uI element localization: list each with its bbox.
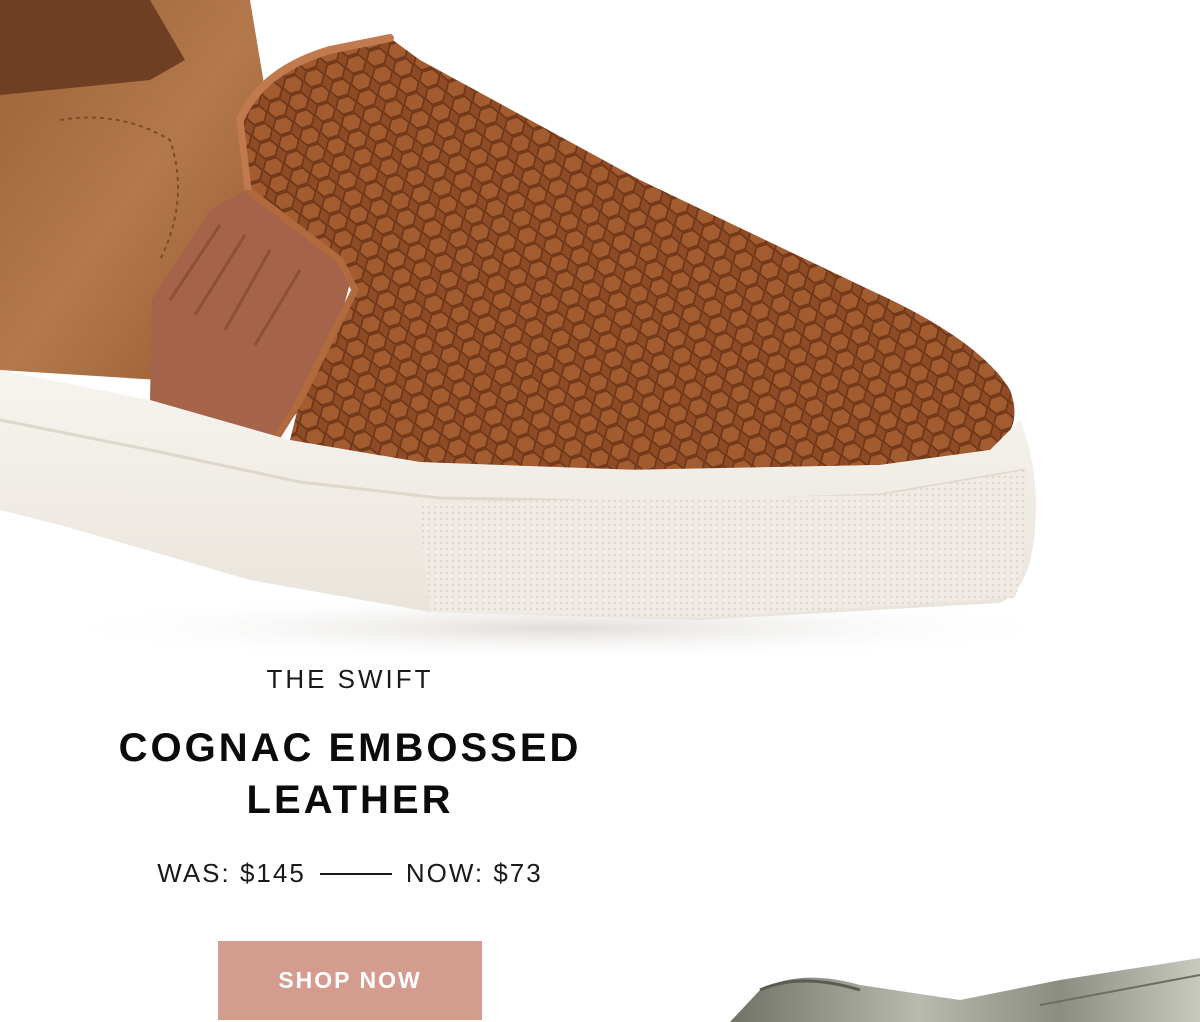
product-title-line-1: COGNAC EMBOSSED — [118, 726, 582, 770]
product-collection-name: THE SWIFT — [266, 664, 434, 694]
product-title-line-2: LEATHER — [246, 778, 454, 822]
price-divider — [319, 872, 392, 875]
shop-now-button[interactable]: SHOP NOW — [218, 941, 482, 1020]
email-promo: THE SWIFT COGNAC EMBOSSED LEATHER WAS: $… — [0, 0, 1200, 1022]
product-title: COGNAC EMBOSSED LEATHER — [60, 722, 640, 826]
price-row: WAS: $145 NOW: $73 — [60, 858, 640, 889]
now-price: NOW: $73 — [405, 858, 543, 888]
was-price: WAS: $145 — [157, 858, 306, 888]
